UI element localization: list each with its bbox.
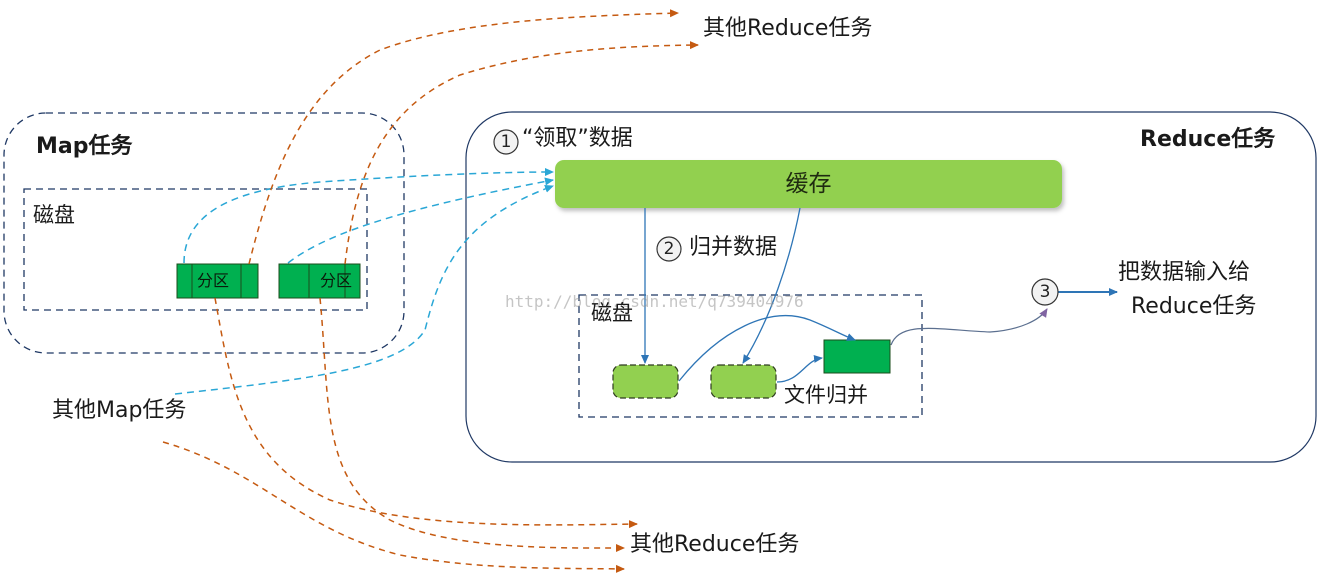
- map-task-title: Map任务: [36, 134, 133, 159]
- step-1-number: 1: [500, 132, 512, 152]
- spill-file-1: [612, 364, 679, 399]
- merged-file: [823, 339, 891, 374]
- reduce-disk-label: 磁盘: [591, 301, 633, 325]
- spill-file-2: [710, 364, 777, 399]
- reduce-task-title: Reduce任务: [1140, 127, 1276, 152]
- fetch-data-label: “领取”数据: [522, 126, 633, 151]
- cache-label: 缓存: [785, 171, 832, 197]
- watermark: http://blog.csdn.net/q739404976: [505, 292, 804, 311]
- mapreduce-shuffle-diagram: Map任务 磁盘 分区 分区 其他Map任务 Reduce任务 1 “领取”数据…: [0, 0, 1325, 583]
- file-merge-label: 文件归并: [784, 383, 868, 407]
- other-reduce-tasks-top: 其他Reduce任务: [703, 16, 873, 41]
- output-label-line2: Reduce任务: [1131, 294, 1257, 319]
- other-map-tasks-label: 其他Map任务: [52, 398, 187, 423]
- step-3-number: 3: [1039, 282, 1051, 302]
- other-reduce-tasks-bottom: 其他Reduce任务: [630, 532, 800, 557]
- partition-label-2: 分区: [320, 271, 353, 290]
- output-label-line1: 把数据输入给: [1118, 260, 1251, 285]
- partition-label-1: 分区: [197, 271, 230, 290]
- merge-data-label: 归并数据: [689, 235, 778, 260]
- step-2-number: 2: [663, 239, 675, 259]
- map-disk-label: 磁盘: [33, 203, 75, 227]
